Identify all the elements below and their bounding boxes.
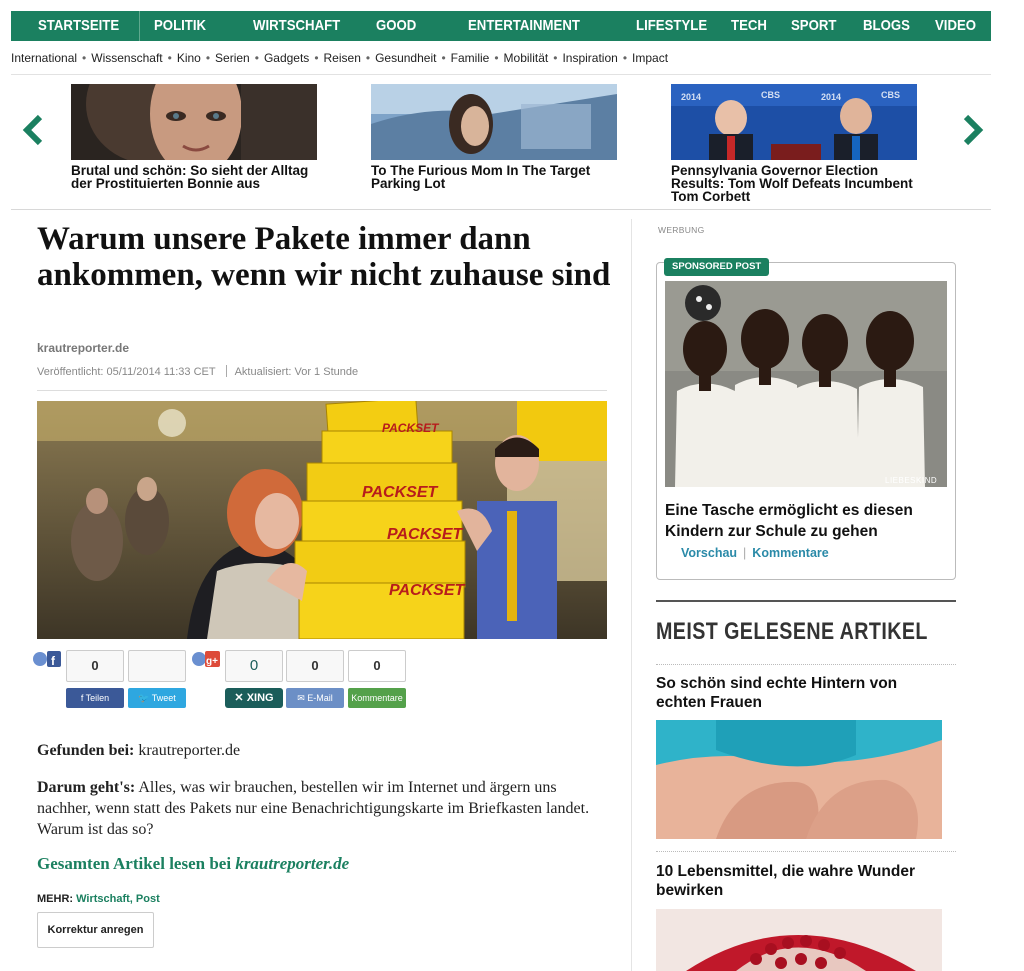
comments-count: 0 bbox=[348, 650, 406, 682]
divider bbox=[37, 390, 607, 391]
svg-text:g+: g+ bbox=[206, 656, 218, 667]
tag-links[interactable]: Wirtschaft, Post bbox=[76, 893, 160, 905]
nav-good[interactable]: GOOD bbox=[376, 11, 416, 41]
article-headline: Warum unsere Pakete immer dann ankommen,… bbox=[37, 221, 611, 293]
social-people-facebook-icon: f bbox=[33, 650, 61, 670]
comments-button[interactable]: Kommentare bbox=[348, 688, 406, 708]
teaser-caption: Pennsylvania Governor Election Results: … bbox=[671, 163, 913, 204]
section-rule bbox=[656, 600, 956, 602]
tweet-button[interactable]: 🐦 Tweet bbox=[128, 688, 186, 708]
subnav-impact[interactable]: Impact bbox=[632, 51, 668, 65]
nav-sport[interactable]: SPORT bbox=[791, 11, 836, 41]
subnav-mobilitaet[interactable]: Mobilität bbox=[504, 51, 549, 65]
sponsored-links: Vorschau | Kommentare bbox=[681, 546, 829, 560]
nav-startseite[interactable]: STARTSEITE bbox=[38, 11, 119, 41]
nav-politik[interactable]: POLITIK bbox=[154, 11, 206, 41]
teaser-image-woman-portrait bbox=[71, 84, 317, 160]
most-read-heading: MEIST GELESENE ARTIKEL bbox=[656, 618, 928, 645]
teaser-image-debate: 2014 CBS 2014 CBS bbox=[671, 84, 917, 160]
subnav-gadgets[interactable]: Gadgets bbox=[264, 51, 309, 65]
subnav-reisen[interactable]: Reisen bbox=[324, 51, 361, 65]
carousel-next-chevron-right-icon[interactable] bbox=[958, 113, 986, 147]
parcel-label: PACKSET bbox=[362, 484, 438, 501]
article-source[interactable]: krautreporter.de bbox=[37, 341, 129, 355]
subnav-wissenschaft[interactable]: Wissenschaft bbox=[91, 51, 162, 65]
preview-link[interactable]: Vorschau bbox=[681, 546, 737, 560]
nav-tech[interactable]: TECH bbox=[731, 11, 767, 41]
nav-blogs[interactable]: BLOGS bbox=[863, 11, 910, 41]
svg-text:2014: 2014 bbox=[821, 92, 841, 102]
most-read-image[interactable] bbox=[656, 720, 942, 839]
nav-lifestyle[interactable]: LIFESTYLE bbox=[636, 11, 707, 41]
most-read-item-title[interactable]: 10 Lebensmittel, die wahre Wunder bewirk… bbox=[656, 862, 946, 900]
email-share-count: 0 bbox=[286, 650, 344, 682]
subnav-familie[interactable]: Familie bbox=[451, 51, 490, 65]
sponsored-image-children[interactable]: LIEBESKIND bbox=[665, 281, 947, 487]
xing-icon: ✕ bbox=[234, 692, 247, 704]
teaser-image-woman-in-car bbox=[371, 84, 617, 160]
carousel-item[interactable]: Brutal und schön: So sieht der Alltag de… bbox=[71, 84, 319, 190]
comments-share: 0 Kommentare bbox=[348, 650, 406, 708]
divider bbox=[11, 209, 991, 210]
divider bbox=[656, 851, 956, 852]
divider bbox=[11, 74, 991, 75]
subnav-international[interactable]: International bbox=[11, 51, 77, 65]
sponsored-badge: SPONSORED POST bbox=[664, 258, 770, 276]
xing-share-button[interactable]: ✕ XING bbox=[225, 688, 283, 708]
subnav-inspiration[interactable]: Inspiration bbox=[562, 51, 617, 65]
envelope-icon: ✉ bbox=[297, 693, 308, 703]
most-read-image[interactable] bbox=[656, 909, 942, 971]
xing-share: 0 ✕ XING bbox=[225, 650, 283, 708]
subnav-serien[interactable]: Serien bbox=[215, 51, 250, 65]
article-image-post-office-parcels: PACKSET PACKSET PACKSET PACKSET bbox=[37, 401, 607, 639]
nav-video[interactable]: VIDEO bbox=[935, 11, 976, 41]
sponsored-title[interactable]: Eine Tasche ermöglicht es diesen Kindern… bbox=[665, 500, 945, 542]
parcel-label: PACKSET bbox=[387, 526, 463, 543]
twitter-bird-icon: 🐦 bbox=[138, 693, 152, 703]
parcel-label: PACKSET bbox=[389, 582, 465, 599]
twitter-share: 🐦 Tweet bbox=[128, 650, 186, 708]
suggest-correction-button[interactable]: Korrektur anregen bbox=[37, 912, 154, 948]
svg-text:CBS: CBS bbox=[881, 90, 900, 100]
summary-paragraph: Darum geht's: Alles, was wir brauchen, b… bbox=[37, 779, 590, 838]
social-people-googleplus-icon: g+ bbox=[192, 650, 220, 670]
more-tags: MEHR: Wirtschaft, Post bbox=[37, 893, 160, 905]
image-credit: LIEBESKIND bbox=[885, 476, 937, 485]
teaser-caption: To The Furious Mom In The Target Parking… bbox=[371, 163, 591, 191]
ad-label: WERBUNG bbox=[658, 225, 705, 235]
xing-share-count: 0 bbox=[225, 650, 283, 682]
subnav-kino[interactable]: Kino bbox=[177, 51, 201, 65]
nav-wirtschaft[interactable]: WIRTSCHAFT bbox=[253, 11, 340, 41]
nav-divider bbox=[139, 11, 140, 41]
facebook-share: 0 f Teilen bbox=[66, 650, 124, 708]
divider bbox=[656, 664, 956, 665]
facebook-share-button[interactable]: f Teilen bbox=[66, 688, 124, 708]
svg-text:2014: 2014 bbox=[681, 92, 701, 102]
parcel-label: PACKSET bbox=[382, 421, 440, 435]
column-divider bbox=[631, 219, 632, 971]
published-date: Veröffentlicht: 05/11/2014 11:33 CET bbox=[37, 366, 216, 378]
email-share-button[interactable]: ✉ E-Mail bbox=[286, 688, 344, 708]
email-share: 0 ✉ E-Mail bbox=[286, 650, 344, 708]
twitter-share-count bbox=[128, 650, 186, 682]
nav-entertainment[interactable]: ENTERTAINMENT bbox=[468, 11, 580, 41]
found-at-paragraph: Gefunden bei: krautreporter.de bbox=[37, 742, 241, 759]
carousel-item[interactable]: To The Furious Mom In The Target Parking… bbox=[371, 84, 619, 190]
updated-time: Aktualisiert: Vor 1 Stunde bbox=[234, 366, 359, 378]
teaser-caption: Brutal und schön: So sieht der Alltag de… bbox=[71, 163, 309, 191]
facebook-share-count: 0 bbox=[66, 650, 124, 682]
svg-text:CBS: CBS bbox=[761, 90, 780, 100]
carousel-item[interactable]: 2014 CBS 2014 CBS Pennsylvania Governor Ele… bbox=[671, 84, 919, 203]
article-meta: Veröffentlicht: 05/11/2014 11:33 CET Aktu… bbox=[37, 365, 358, 378]
read-full-article-link[interactable]: Gesamten Artikel lesen bei krautreporter… bbox=[37, 854, 349, 874]
sub-navigation: International • Wissenschaft • Kino • Serien • G… bbox=[11, 51, 669, 65]
most-read-item-title[interactable]: So schön sind echte Hintern von echten F… bbox=[656, 674, 946, 712]
subnav-gesundheit[interactable]: Gesundheit bbox=[375, 51, 436, 65]
comments-link[interactable]: Kommentare bbox=[752, 546, 828, 560]
carousel-prev-chevron-left-icon[interactable] bbox=[20, 113, 48, 147]
main-navigation: STARTSEITE POLITIK WIRTSCHAFT GOOD ENTER… bbox=[11, 11, 991, 41]
